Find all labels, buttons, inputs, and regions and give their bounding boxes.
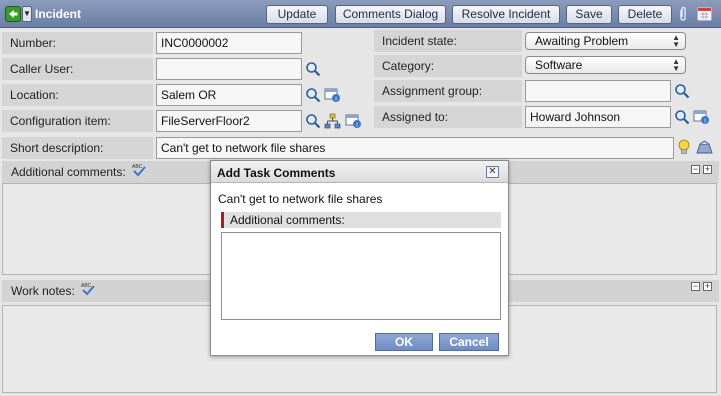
context-menu-icon[interactable]: ▼ (22, 6, 32, 22)
config-reference-info-icon[interactable]: i (345, 113, 362, 132)
assignment-group-field[interactable] (525, 80, 671, 102)
location-reference-info-icon[interactable]: i (324, 87, 341, 106)
assigned-to-field[interactable]: Howard Johnson (525, 106, 671, 128)
close-icon[interactable]: ✕ (486, 166, 499, 178)
svg-text:ABC: ABC (132, 164, 143, 170)
select-arrows-icon: ▲ ▼ (672, 57, 680, 73)
delete-button[interactable]: Delete (618, 5, 672, 24)
paperclip-icon[interactable] (678, 6, 688, 22)
ok-button[interactable]: OK (375, 333, 433, 351)
caller-user-field[interactable] (156, 58, 302, 80)
incident-state-select[interactable]: Awaiting Problem ▲ ▼ (525, 32, 686, 50)
dialog-title: Add Task Comments (217, 166, 336, 180)
location-field[interactable]: Salem OR (156, 84, 302, 106)
work-notes-label: Work notes: (11, 284, 75, 298)
spell-check-icon[interactable]: ABC (131, 162, 147, 184)
dialog-comments-label: Additional comments: (221, 212, 501, 228)
configuration-item-field[interactable]: FileServerFloor2 (156, 110, 302, 132)
additional-comments-label: Additional comments: (11, 165, 126, 179)
svg-text:i: i (335, 97, 336, 103)
cancel-button[interactable]: Cancel (439, 333, 499, 351)
assignment-group-lookup-magnifier-icon[interactable] (674, 83, 690, 102)
knowledge-icon[interactable] (696, 140, 713, 158)
form-header: ▼ Incident Update Comments Dialog Resolv… (0, 0, 721, 28)
comments-dialog-button[interactable]: Comments Dialog (335, 5, 446, 24)
category-select[interactable]: Software ▲ ▼ (525, 56, 686, 74)
assignment-group-label: Assignment group: (374, 80, 522, 102)
calendar-icon[interactable] (697, 6, 712, 21)
dialog-comments-textarea[interactable] (221, 232, 501, 320)
expand-icon[interactable]: + (703, 165, 712, 174)
resolve-incident-button[interactable]: Resolve Incident (452, 5, 560, 24)
expand-icon[interactable]: + (703, 282, 712, 291)
svg-text:i: i (704, 119, 705, 125)
short-description-label: Short description: (2, 137, 153, 159)
svg-text:i: i (356, 123, 357, 129)
short-description-field[interactable]: Can't get to network file shares (156, 137, 674, 159)
collapse-icon[interactable]: − (691, 165, 700, 174)
save-button[interactable]: Save (566, 5, 612, 24)
category-value: Software (535, 58, 583, 72)
svg-text:ABC: ABC (81, 283, 92, 289)
add-task-comments-dialog: Add Task Comments ✕ Can't get to network… (210, 160, 509, 356)
update-button[interactable]: Update (266, 5, 328, 24)
location-label: Location: (2, 84, 153, 106)
location-lookup-magnifier-icon[interactable] (305, 87, 321, 106)
select-arrows-icon: ▲ ▼ (672, 33, 680, 49)
form-title: Incident (35, 7, 82, 21)
incident-state-label: Incident state: (374, 30, 522, 52)
back-arrow-icon[interactable] (5, 6, 21, 22)
dialog-description: Can't get to network file shares (218, 192, 383, 206)
dependency-map-icon[interactable] (324, 113, 341, 132)
collapse-icon[interactable]: − (691, 282, 700, 291)
config-lookup-magnifier-icon[interactable] (305, 113, 321, 132)
spell-check-icon[interactable]: ABC (80, 281, 96, 303)
incident-state-value: Awaiting Problem (535, 34, 629, 48)
configuration-item-label: Configuration item: (2, 110, 153, 132)
assigned-to-lookup-magnifier-icon[interactable] (674, 109, 690, 128)
lightbulb-icon[interactable] (678, 139, 690, 159)
number-field[interactable]: INC0000002 (156, 32, 302, 54)
caller-user-label: Caller User: (2, 58, 153, 80)
assigned-to-reference-info-icon[interactable]: i (693, 109, 710, 128)
category-label: Category: (374, 55, 522, 77)
assigned-to-label: Assigned to: (374, 106, 522, 128)
caller-lookup-magnifier-icon[interactable] (305, 61, 321, 80)
dialog-header: Add Task Comments ✕ (211, 161, 508, 183)
number-label: Number: (2, 32, 153, 54)
